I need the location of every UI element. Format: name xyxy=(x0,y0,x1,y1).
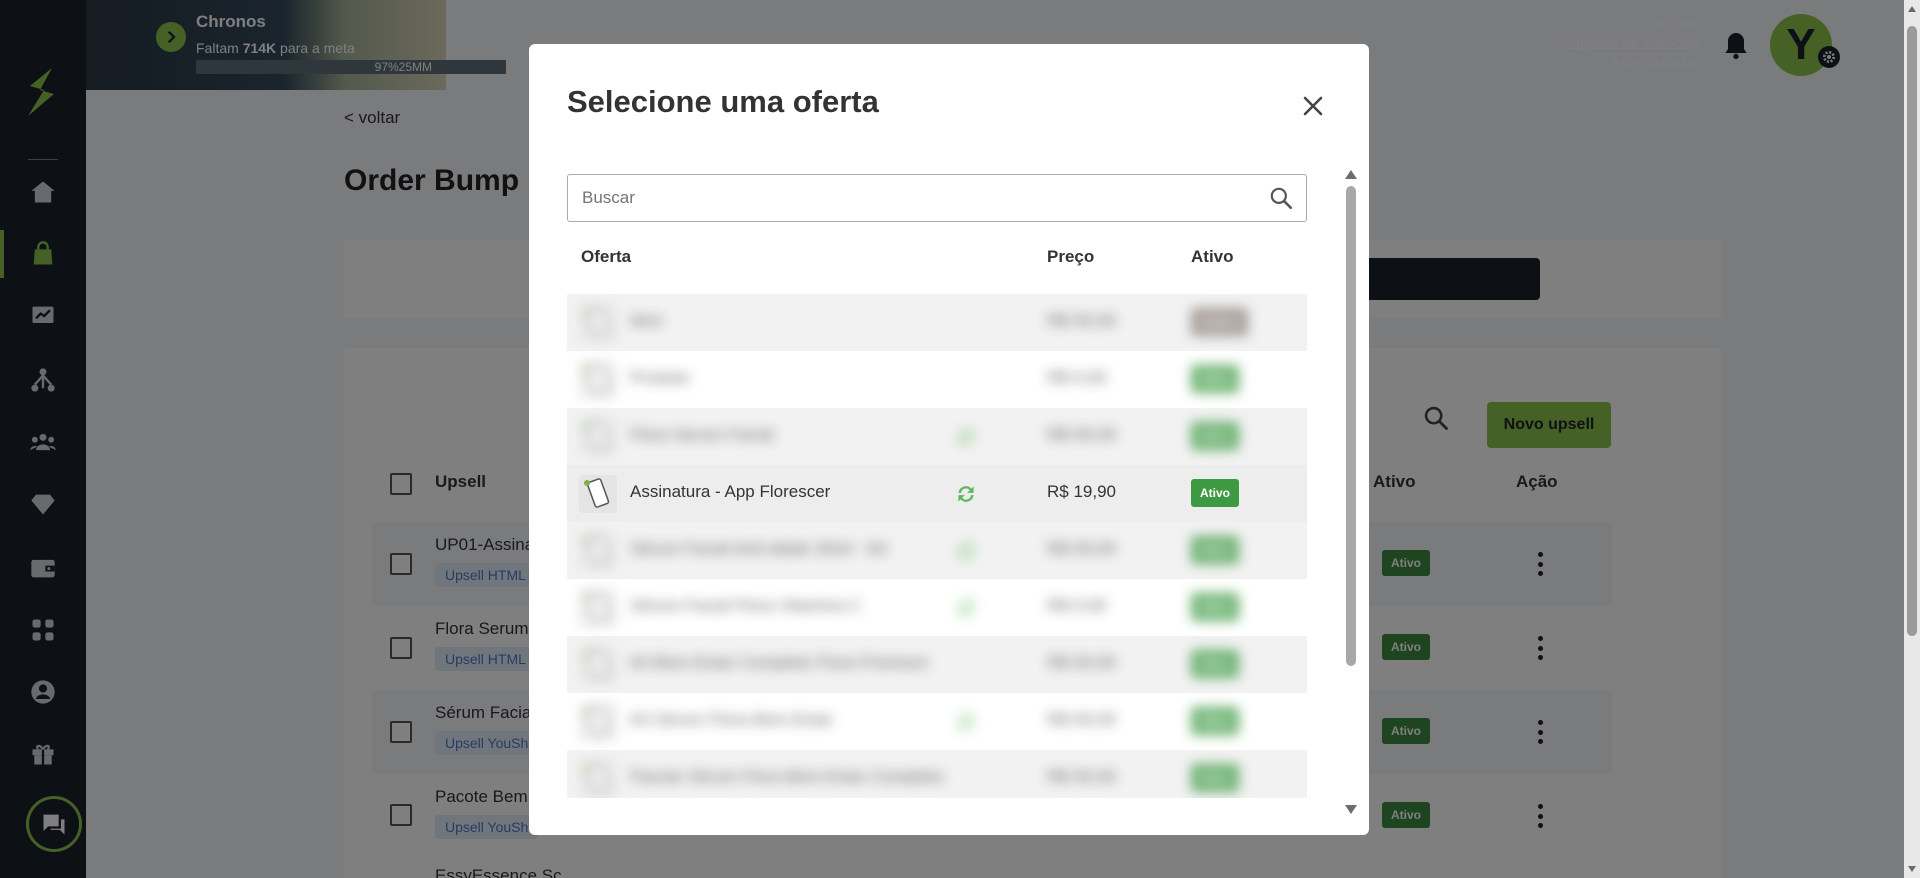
sync-icon xyxy=(953,481,979,507)
offer-thumbnail xyxy=(579,361,617,399)
modal-scrollbar[interactable] xyxy=(1342,166,1360,818)
offer-row[interactable]: Sérum Facial Flora Vitamina C R$ 0,00 Ativ… xyxy=(567,579,1307,636)
column-header-preco: Preço xyxy=(1047,247,1095,266)
offer-price: R$ 00,00 xyxy=(1047,653,1116,672)
modal-title: Selecione uma oferta xyxy=(567,84,879,119)
column-header-ativo: Ativo xyxy=(1191,247,1234,266)
offer-name: Kit Sérum Flora Bem-Estar xyxy=(630,710,834,729)
status-badge: Ativo xyxy=(1191,593,1239,621)
offer-row-content: Assinatura - App Florescer R$ 19,90 Ativo xyxy=(567,465,1307,522)
status-badge: Inativo xyxy=(1191,308,1248,336)
status-badge: Ativo xyxy=(1191,707,1239,735)
close-icon[interactable] xyxy=(1293,86,1333,126)
offer-row-content: Sérum Facial Flora Vitamina C R$ 0,00 Ativ… xyxy=(567,579,1307,636)
offer-name: Flora Serum Facial xyxy=(630,425,774,444)
column-header-oferta: Oferta xyxy=(581,247,632,266)
page-scrollbar[interactable] xyxy=(1904,0,1920,878)
offer-row[interactable]: Kit Bem-Estar Completo Flora Premium R$ 0… xyxy=(567,636,1307,693)
offer-row-content: Kit Sérum Flora Bem-Estar R$ 00,00 Ativo xyxy=(567,693,1307,750)
offer-name: Kit Bem-Estar Completo Flora Premium xyxy=(630,653,929,672)
offer-name: Sérum Facial Flora Vitamina C xyxy=(630,596,862,615)
offer-search xyxy=(567,174,1307,222)
offer-price: R$ 0,00 xyxy=(1047,368,1107,387)
status-badge: Ativo xyxy=(1191,365,1239,393)
offer-row[interactable]: Pacote Sérum Flora Bem-Estar Completo R$ … xyxy=(567,750,1307,798)
select-offer-modal: Selecione uma oferta Oferta Preço Ativo … xyxy=(529,44,1369,835)
sync-icon xyxy=(953,595,979,621)
status-badge: Ativo xyxy=(1191,479,1239,507)
offer-price: R$ 00,00 xyxy=(1047,539,1116,558)
offer-thumbnail xyxy=(579,475,617,513)
offer-thumbnail xyxy=(579,760,617,798)
status-badge: Ativo xyxy=(1191,764,1239,792)
sync-icon xyxy=(953,424,979,450)
search-input[interactable] xyxy=(568,175,1256,221)
offer-thumbnail xyxy=(579,646,617,684)
offer-row[interactable]: Sérum Facial Anti-idade 30ml - Kit R$ 00,… xyxy=(567,522,1307,579)
offer-row[interactable]: Assinatura - App Florescer R$ 19,90 Ativo xyxy=(567,465,1307,522)
offer-thumbnail xyxy=(579,703,617,741)
search-icon[interactable] xyxy=(1256,175,1306,221)
offer-row[interactable]: Kit Sérum Flora Bem-Estar R$ 00,00 Ativo xyxy=(567,693,1307,750)
offer-price: R$ 00,00 xyxy=(1047,311,1116,330)
offer-thumbnail xyxy=(579,532,617,570)
status-badge: Ativo xyxy=(1191,422,1239,450)
offer-price: R$ 00,00 xyxy=(1047,710,1116,729)
status-badge: Ativo xyxy=(1191,650,1239,678)
offer-name: Item xyxy=(630,311,664,330)
offer-thumbnail xyxy=(579,418,617,456)
offer-row[interactable]: Produto R$ 0,00 Ativo xyxy=(567,351,1307,408)
offer-row-content: Produto R$ 0,00 Ativo xyxy=(567,351,1307,408)
offer-name: Produto xyxy=(630,368,690,387)
offer-row[interactable]: Item R$ 00,00 Inativo xyxy=(567,294,1307,351)
offer-row-content: Item R$ 00,00 Inativo xyxy=(567,294,1307,351)
offer-price: R$ 00,00 xyxy=(1047,767,1116,786)
sync-icon xyxy=(953,709,979,735)
offer-row-content: Kit Bem-Estar Completo Flora Premium R$ 0… xyxy=(567,636,1307,693)
offer-thumbnail xyxy=(579,304,617,342)
offer-name: Sérum Facial Anti-idade 30ml - Kit xyxy=(630,539,887,558)
offer-row[interactable]: Flora Serum Facial R$ 00,00 Ativo xyxy=(567,408,1307,465)
offer-row-content: Flora Serum Facial R$ 00,00 Ativo xyxy=(567,408,1307,465)
app-root: < voltar Order Bump Novo upsell Upsell A… xyxy=(0,0,1920,878)
offer-table: Item R$ 00,00 Inativo Produto R$ 0,00 Ativo Fl… xyxy=(567,294,1307,798)
offer-name: Assinatura - App Florescer xyxy=(630,482,831,501)
offer-thumbnail xyxy=(579,589,617,627)
offer-name: Pacote Sérum Flora Bem-Estar Completo xyxy=(630,767,944,786)
offer-row-content: Sérum Facial Anti-idade 30ml - Kit R$ 00,… xyxy=(567,522,1307,579)
sync-icon xyxy=(953,538,979,564)
offer-price: R$ 00,00 xyxy=(1047,425,1116,444)
offer-row-content: Pacote Sérum Flora Bem-Estar Completo R$ … xyxy=(567,750,1307,798)
status-badge: Ativo xyxy=(1191,536,1239,564)
offer-price: R$ 19,90 xyxy=(1047,482,1116,501)
offer-price: R$ 0,00 xyxy=(1047,596,1107,615)
